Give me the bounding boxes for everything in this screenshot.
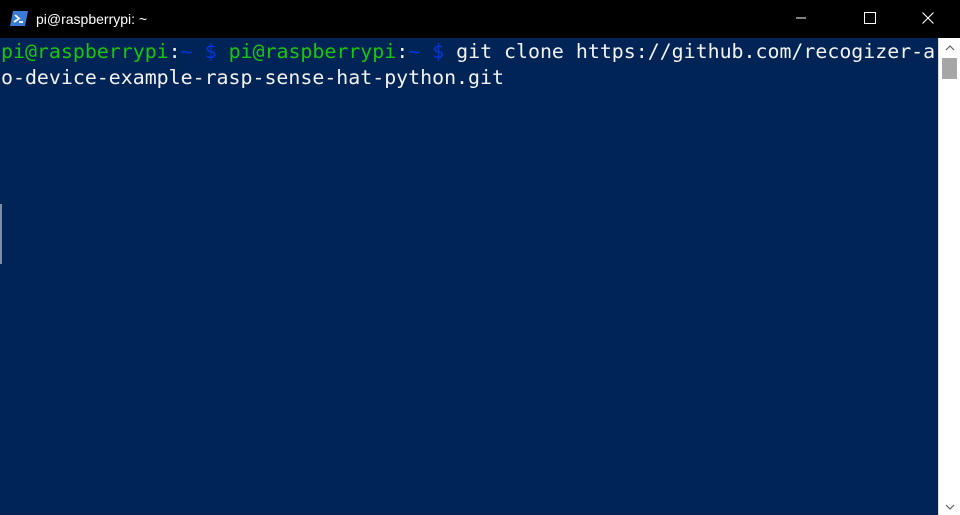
prompt-path: ~ $ (408, 40, 445, 63)
prompt-path: ~ $ (180, 40, 217, 63)
prompt-user-host: pi@raspberrypi (1, 40, 169, 63)
terminal-line: o-device-example-rasp-sense-hat-python.g… (1, 65, 504, 91)
scroll-down-button[interactable] (939, 497, 960, 515)
terminal-output[interactable]: pi@raspberrypi:~ $ pi@raspberrypi:~ $ gi… (0, 38, 938, 515)
minimize-button[interactable] (778, 0, 824, 38)
vertical-scrollbar[interactable] (938, 38, 960, 515)
window-title: pi@raspberrypi: ~ (36, 11, 148, 27)
scroll-up-button[interactable] (939, 38, 960, 56)
prompt-gap (217, 40, 229, 63)
minimize-icon (795, 11, 807, 27)
prompt-separator: : (168, 40, 181, 63)
terminal-window: pi@raspberrypi: ~ pi@raspberrypi:~ $ pi@… (0, 0, 960, 515)
maximize-icon (864, 11, 876, 27)
prompt-separator: : (396, 40, 409, 63)
maximize-button[interactable] (847, 0, 893, 38)
command-text-wrapped: o-device-example-rasp-sense-hat-python.g… (1, 66, 504, 89)
scroll-thumb[interactable] (942, 58, 957, 79)
scroll-up-arrow-icon (945, 38, 955, 56)
window-edge-mark (0, 204, 2, 264)
prompt-user-host: pi@raspberrypi (228, 40, 397, 63)
title-bar[interactable]: pi@raspberrypi: ~ (0, 0, 960, 38)
close-button[interactable] (905, 0, 951, 38)
close-icon (922, 11, 934, 27)
scroll-down-arrow-icon (945, 497, 955, 515)
terminal-line: pi@raspberrypi:~ $ pi@raspberrypi:~ $ gi… (1, 39, 935, 65)
command-text: git clone https://github.com/recogizer-a (444, 40, 936, 63)
powershell-icon[interactable] (10, 11, 28, 26)
